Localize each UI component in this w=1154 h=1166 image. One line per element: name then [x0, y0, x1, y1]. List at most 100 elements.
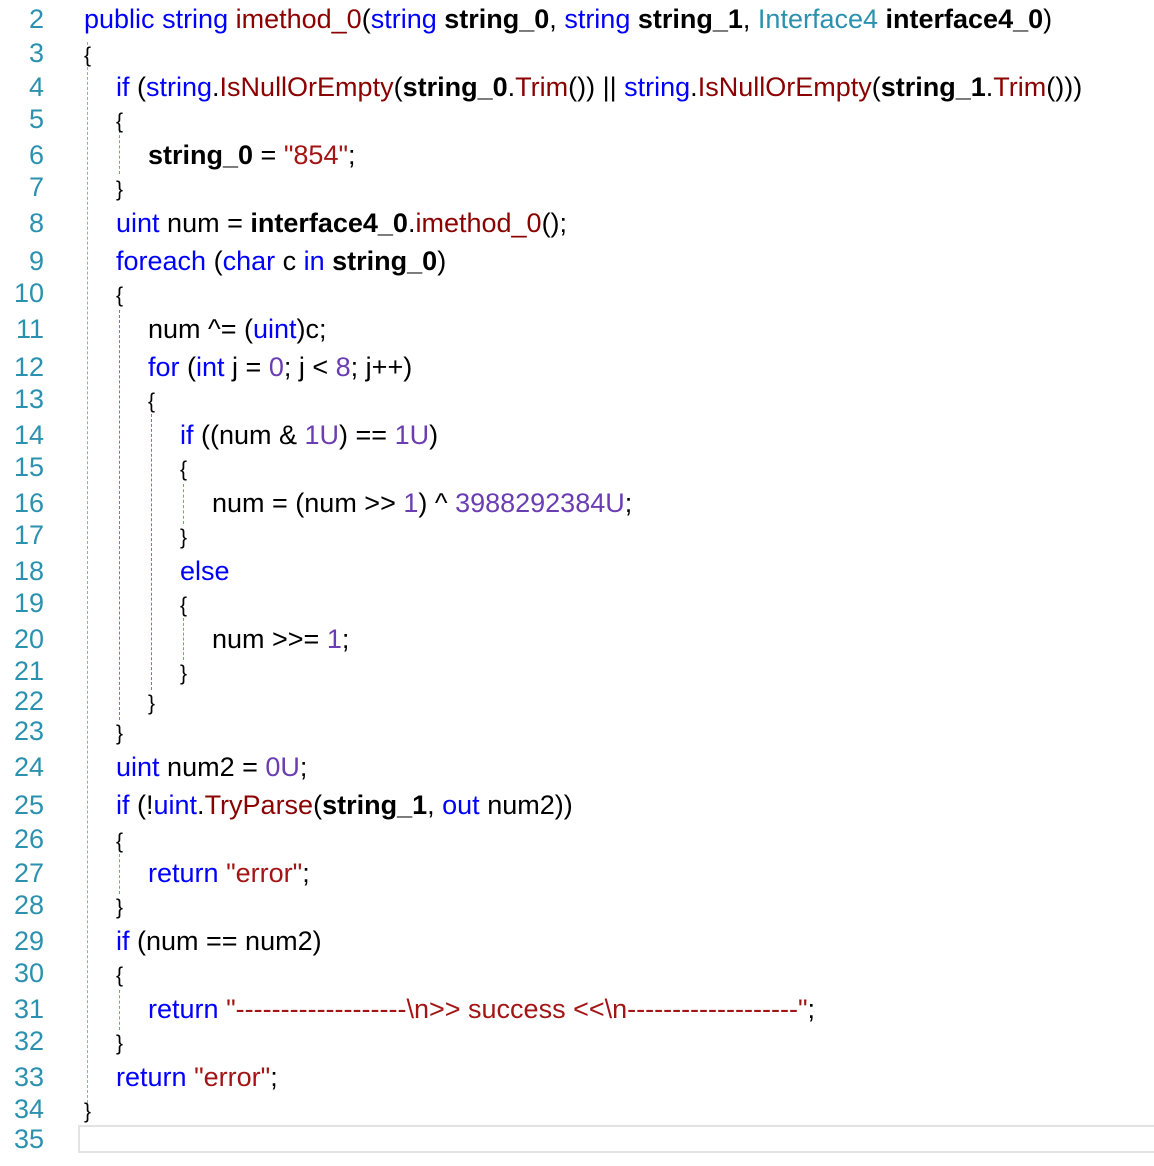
code-text: ( — [361, 4, 371, 34]
code-content: num = (num >> 1) ^ 3988292384U; — [212, 486, 632, 520]
code-content: { — [180, 450, 187, 487]
keyword: char — [222, 246, 276, 276]
line-number: 15 — [13, 452, 44, 482]
code-line[interactable]: 6 string_0 = "854"; — [0, 138, 1154, 172]
code-line[interactable]: 25 if (!uint.TryParse(string_1, out num2)… — [0, 788, 1154, 822]
code-text: ( — [871, 72, 881, 102]
code-line[interactable]: 13 { — [0, 382, 1154, 416]
line-number: 19 — [13, 588, 44, 618]
code-text: (! — [129, 790, 154, 820]
type-name: Interface4 — [757, 4, 878, 34]
keyword: if — [116, 926, 130, 956]
code-line[interactable]: 23} — [0, 714, 1154, 748]
code-line[interactable]: 22} — [0, 684, 1154, 718]
code-line[interactable]: 21} — [0, 654, 1154, 688]
code-line[interactable]: 33 return "error"; — [0, 1060, 1154, 1094]
code-content: uint num = interface4_0.imethod_0(); — [116, 206, 567, 240]
code-line[interactable]: 14 if ((num & 1U) == 1U) — [0, 418, 1154, 452]
line-number: 9 — [28, 246, 44, 276]
code-content: if (num == num2) — [116, 924, 322, 958]
line-number: 20 — [13, 624, 44, 654]
code-line[interactable]: 9 foreach (char c in string_0) — [0, 244, 1154, 278]
line-number: 6 — [28, 140, 44, 170]
line-number: 4 — [28, 72, 44, 102]
code-text: . — [690, 72, 698, 102]
code-text: )c; — [296, 314, 327, 344]
brace: { — [116, 830, 124, 853]
code-line[interactable]: 32} — [0, 1024, 1154, 1058]
brace: } — [116, 722, 124, 745]
keyword: return — [148, 858, 219, 888]
code-line[interactable]: 5{ — [0, 102, 1154, 136]
keyword: out — [442, 790, 480, 820]
brace: { — [116, 964, 124, 987]
code-content: if (!uint.TryParse(string_1, out num2)) — [116, 788, 573, 822]
code-line[interactable]: 3{ — [0, 36, 1154, 70]
identifier: string_0 — [444, 4, 550, 34]
code-content: return "error"; — [148, 856, 310, 890]
number-literal: 0 — [268, 352, 284, 382]
code-line[interactable]: 34} — [0, 1092, 1154, 1126]
keyword: return — [148, 994, 219, 1024]
code-text: ) — [1043, 4, 1053, 34]
code-line[interactable]: 11 num ^= (uint)c; — [0, 312, 1154, 346]
code-content: { — [116, 822, 123, 859]
code-line[interactable]: 12 for (int j = 0; j < 8; j++) — [0, 350, 1154, 384]
code-line[interactable]: 7} — [0, 170, 1154, 204]
line-number: 26 — [13, 824, 44, 854]
line-number: 2 — [28, 4, 44, 34]
brace: } — [180, 526, 188, 549]
number-literal: 1 — [403, 488, 419, 518]
code-line[interactable]: 30 { — [0, 956, 1154, 990]
method-name: IsNullOrEmpty — [219, 72, 394, 102]
code-content: if (string.IsNullOrEmpty(string_0.Trim()… — [116, 70, 1082, 104]
code-line[interactable]: 29 if (num == num2) — [0, 924, 1154, 958]
line-number: 25 — [13, 790, 44, 820]
code-line[interactable]: 18 else — [0, 554, 1154, 588]
code-line[interactable]: 16 num = (num >> 1) ^ 3988292384U; — [0, 486, 1154, 520]
code-text: ) — [429, 420, 439, 450]
identifier: string_0 — [148, 140, 254, 170]
code-line[interactable]: 35 — [0, 1122, 1154, 1156]
code-line[interactable]: 8 uint num = interface4_0.imethod_0(); — [0, 206, 1154, 240]
code-line[interactable]: 17} — [0, 518, 1154, 552]
line-number: 8 — [28, 208, 44, 238]
code-content: num >>= 1; — [212, 622, 349, 656]
code-editor[interactable]: 2 public string imethod_0(string string_0… — [0, 0, 1154, 1166]
code-text: , — [742, 4, 758, 34]
code-text: (num == num2) — [129, 926, 322, 956]
keyword: if — [116, 72, 130, 102]
line-number: 17 — [13, 520, 44, 550]
code-line[interactable]: 15 { — [0, 450, 1154, 484]
code-content: public string imethod_0(string string_0,… — [84, 2, 1052, 36]
code-line[interactable]: 20 num >>= 1; — [0, 622, 1154, 656]
keyword: else — [180, 556, 230, 586]
code-content: } — [116, 714, 123, 751]
code-text: = — [253, 140, 284, 170]
code-line[interactable]: 4 if (string.IsNullOrEmpty(string_0.Trim(… — [0, 70, 1154, 104]
code-line[interactable]: 31 return "-------------------\n>> succes… — [0, 992, 1154, 1026]
line-number: 35 — [13, 1124, 44, 1154]
brace: { — [180, 594, 188, 617]
code-line[interactable]: 26 { — [0, 822, 1154, 856]
code-line[interactable]: 10 { — [0, 276, 1154, 310]
code-line[interactable]: 24 uint num2 = 0U; — [0, 750, 1154, 784]
code-line[interactable]: 19 { — [0, 586, 1154, 620]
code-content: } — [180, 518, 187, 555]
code-text: ( — [129, 72, 146, 102]
keyword: return — [116, 1062, 187, 1092]
code-line[interactable]: 27 return "error"; — [0, 856, 1154, 890]
code-text: ( — [313, 790, 323, 820]
code-text: ; — [299, 752, 308, 782]
code-line[interactable]: 28} — [0, 888, 1154, 922]
code-text: num2 = — [159, 752, 266, 782]
identifier: string_1 — [637, 4, 743, 34]
code-line[interactable]: 2 public string imethod_0(string string_0… — [0, 2, 1154, 36]
line-number: 31 — [13, 994, 44, 1024]
code-text: ())) — [1046, 72, 1083, 102]
keyword: string — [146, 72, 213, 102]
code-text: . — [197, 790, 205, 820]
